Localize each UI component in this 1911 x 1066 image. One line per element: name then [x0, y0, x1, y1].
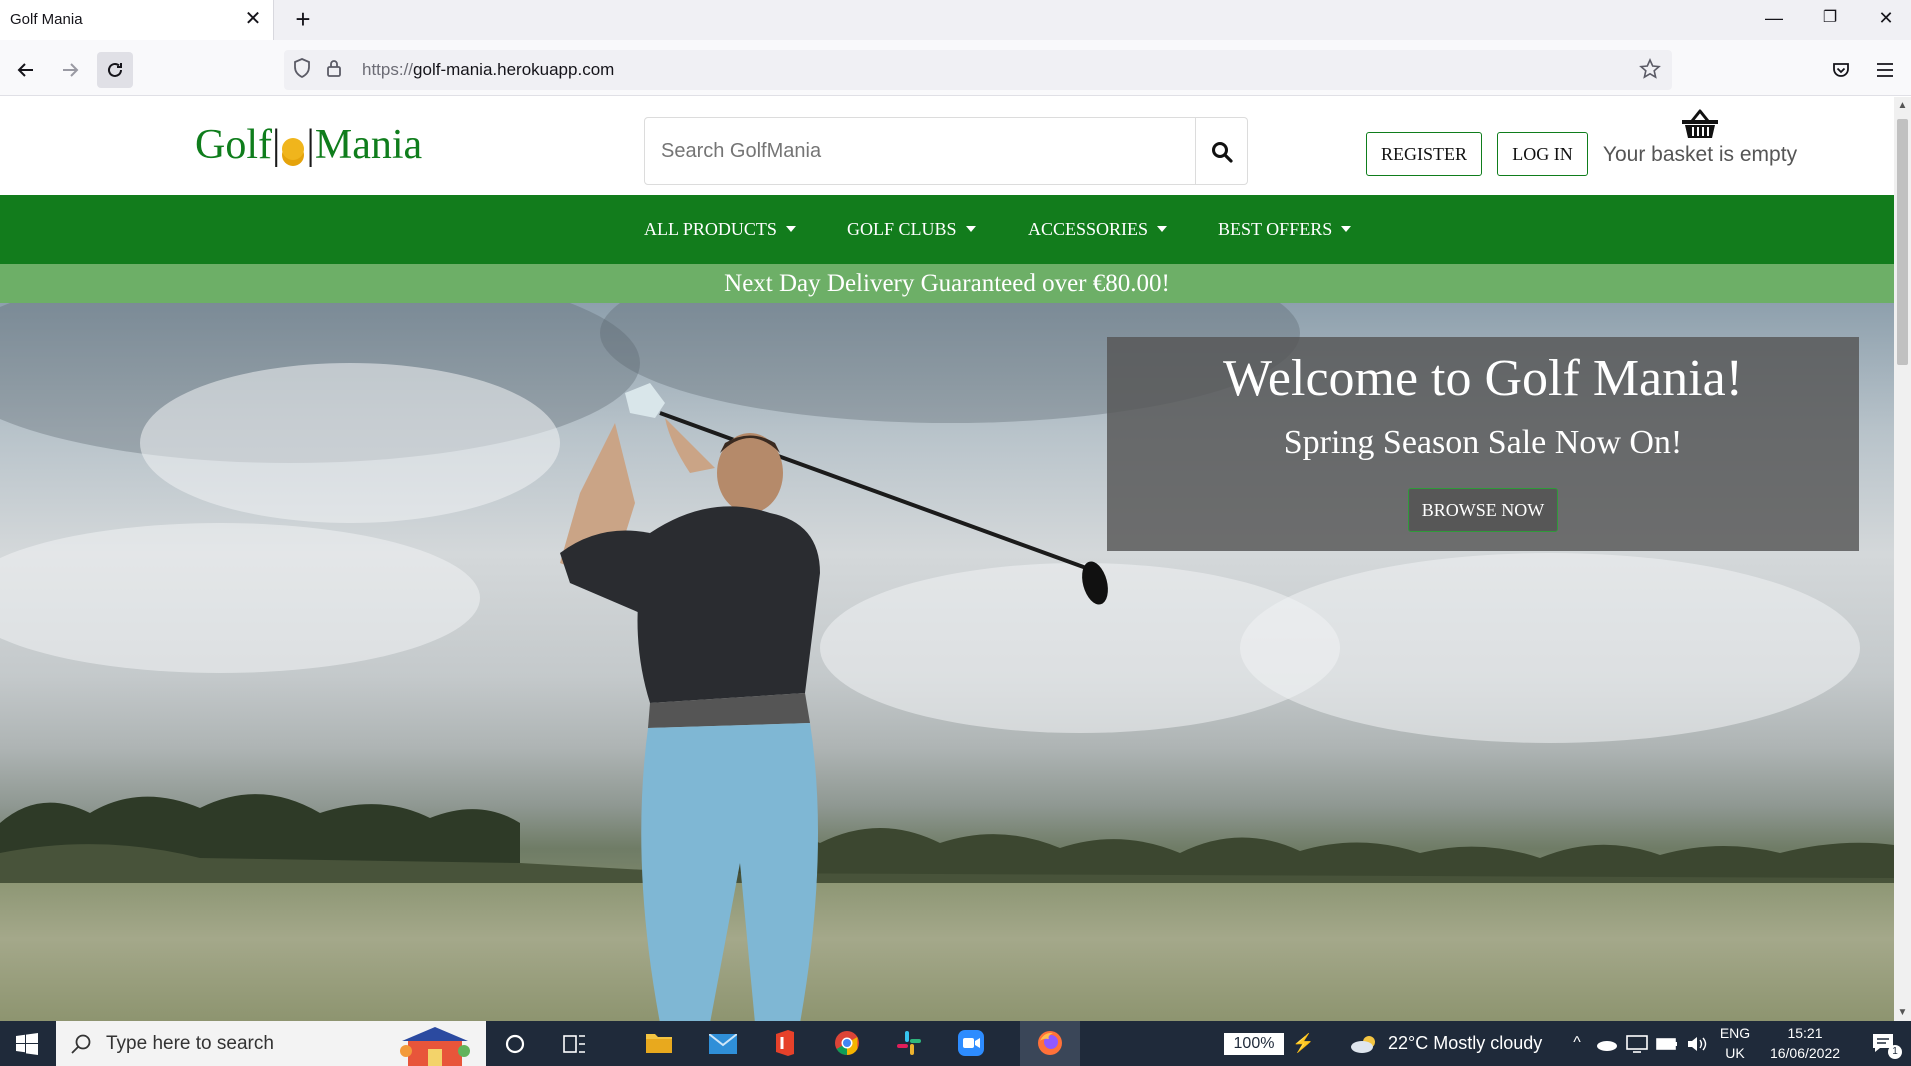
page-viewport: Golf||Mania REGISTER LOG IN Your basket …	[0, 97, 1894, 1021]
windows-logo-icon	[16, 1033, 38, 1055]
firefox-icon[interactable]	[1020, 1021, 1080, 1066]
login-button[interactable]: LOG IN	[1497, 132, 1588, 176]
notification-count-badge: 1	[1888, 1045, 1902, 1059]
golf-ball-icon	[282, 138, 305, 160]
url-text[interactable]: https://golf-mania.herokuapp.com	[362, 60, 614, 80]
caret-down-icon	[1157, 226, 1168, 232]
site-search	[644, 117, 1248, 185]
shield-icon[interactable]	[290, 58, 314, 82]
taskbar-search-placeholder: Type here to search	[106, 1033, 274, 1054]
site-logo[interactable]: Golf| |Mania	[195, 121, 422, 169]
nav-best-offers-label: BEST OFFERS	[1218, 219, 1333, 239]
reload-icon[interactable]	[97, 52, 133, 88]
zoom-icon[interactable]	[946, 1021, 996, 1066]
slack-icon[interactable]	[884, 1021, 934, 1066]
main-navigation: ALL PRODUCTS GOLF CLUBS ACCESSORIES BEST…	[0, 195, 1894, 264]
browser-toolbar: https://golf-mania.herokuapp.com	[0, 40, 1911, 96]
taskbar-search-box[interactable]: Type here to search	[56, 1021, 486, 1066]
windows-taskbar: Type here to search 100% ⚡ 22°C Mostly c…	[0, 1021, 1911, 1066]
tab-close-icon[interactable]: ✕	[241, 7, 265, 31]
page-scrollbar[interactable]: ▲ ▼	[1894, 97, 1911, 1021]
file-explorer-icon[interactable]	[634, 1021, 684, 1066]
hero-cloud	[1240, 553, 1860, 743]
caret-down-icon	[1341, 226, 1352, 232]
scroll-up-icon[interactable]: ▲	[1894, 97, 1911, 114]
clock-date: 16/06/2022	[1769, 1045, 1841, 1061]
tab-title: Golf Mania	[10, 11, 83, 28]
address-bar[interactable]: https://golf-mania.herokuapp.com	[284, 50, 1672, 90]
nav-accessories-label: ACCESSORIES	[1028, 219, 1149, 239]
weather-text[interactable]: 22°C Mostly cloudy	[1388, 1033, 1542, 1054]
mail-icon[interactable]	[698, 1021, 748, 1066]
search-input[interactable]	[644, 117, 1196, 185]
back-arrow-icon[interactable]	[8, 52, 44, 88]
language-indicator[interactable]: ENG UK	[1718, 1023, 1752, 1063]
show-hidden-icons-chevron-icon[interactable]: ^	[1566, 1033, 1588, 1053]
delivery-banner: Next Day Delivery Guaranteed over €80.00…	[0, 264, 1894, 303]
clock[interactable]: 15:21 16/06/2022	[1758, 1023, 1852, 1063]
nav-golf-clubs-label: GOLF CLUBS	[847, 219, 957, 239]
charging-bolt-icon: ⚡	[1292, 1033, 1315, 1053]
clock-time: 15:21	[1787, 1025, 1823, 1041]
minimize-button[interactable]: —	[1746, 0, 1802, 36]
url-host: golf-mania.herokuapp.com	[413, 60, 615, 79]
windows-start-button[interactable]	[0, 1021, 54, 1066]
hero-cloud	[0, 523, 480, 673]
hero-title: Welcome to Golf Mania!	[1223, 350, 1743, 407]
browser-tab-bar: Golf Mania ✕ + — ❐ ✕	[0, 0, 1911, 40]
nav-all-products[interactable]: ALL PRODUCTS	[644, 195, 796, 264]
nav-accessories[interactable]: ACCESSORIES	[1028, 195, 1168, 264]
office-icon[interactable]	[760, 1021, 810, 1066]
scroll-down-icon[interactable]: ▼	[1894, 1004, 1911, 1021]
site-header: Golf||Mania REGISTER LOG IN Your basket …	[0, 97, 1894, 195]
logo-text-golf: Golf	[195, 122, 272, 168]
search-icon	[71, 1034, 91, 1054]
menu-hamburger-icon[interactable]	[1867, 52, 1903, 88]
search-button[interactable]	[1196, 117, 1248, 185]
lock-icon[interactable]	[322, 58, 346, 82]
basket-icon	[1682, 109, 1718, 138]
hero-subtitle: Spring Season Sale Now On!	[1283, 424, 1683, 461]
notification-center-icon[interactable]: 1	[1860, 1021, 1911, 1066]
search-icon	[1212, 142, 1233, 163]
volume-icon[interactable]	[1686, 1035, 1708, 1053]
basket-status: Your basket is empty	[1602, 143, 1798, 166]
hero-banner: Welcome to Golf Mania! Spring Season Sal…	[0, 303, 1894, 1021]
logo-text-mania: Mania	[314, 122, 423, 168]
forward-arrow-icon[interactable]	[52, 52, 88, 88]
nav-all-products-label: ALL PRODUCTS	[644, 219, 777, 239]
close-window-button[interactable]: ✕	[1858, 0, 1911, 36]
task-view-icon[interactable]	[550, 1021, 600, 1066]
pocket-icon[interactable]	[1823, 52, 1859, 88]
basket-link[interactable]: Your basket is empty	[1600, 109, 1800, 179]
cloudy-weather-icon[interactable]	[1350, 1034, 1378, 1054]
display-icon[interactable]	[1626, 1035, 1648, 1053]
chrome-icon[interactable]	[822, 1021, 872, 1066]
onedrive-cloud-icon[interactable]	[1596, 1037, 1618, 1051]
browse-now-button[interactable]: BROWSE NOW	[1408, 488, 1558, 532]
cortana-icon[interactable]	[490, 1021, 540, 1066]
hero-golfer-image	[560, 383, 1108, 1021]
register-button[interactable]: REGISTER	[1366, 132, 1482, 176]
battery-indicator[interactable]: 100%	[1224, 1033, 1284, 1055]
language-code: ENG	[1719, 1025, 1751, 1041]
nav-golf-clubs[interactable]: GOLF CLUBS	[847, 195, 976, 264]
new-tab-button[interactable]: +	[288, 4, 318, 34]
url-scheme: https://	[362, 60, 414, 79]
battery-status-icon[interactable]	[1656, 1037, 1678, 1051]
browser-tab[interactable]: Golf Mania ✕	[0, 0, 274, 40]
nav-best-offers[interactable]: BEST OFFERS	[1218, 195, 1352, 264]
hero-card: Welcome to Golf Mania! Spring Season Sal…	[1107, 337, 1859, 551]
region-code: UK	[1725, 1045, 1745, 1061]
hero-cloud	[140, 363, 560, 523]
restore-button[interactable]: ❐	[1802, 0, 1858, 36]
search-highlight-illustration-icon	[400, 1027, 470, 1066]
scroll-thumb[interactable]	[1897, 119, 1908, 365]
bookmark-star-icon[interactable]	[1638, 58, 1662, 82]
caret-down-icon	[965, 226, 976, 232]
caret-down-icon	[785, 226, 796, 232]
